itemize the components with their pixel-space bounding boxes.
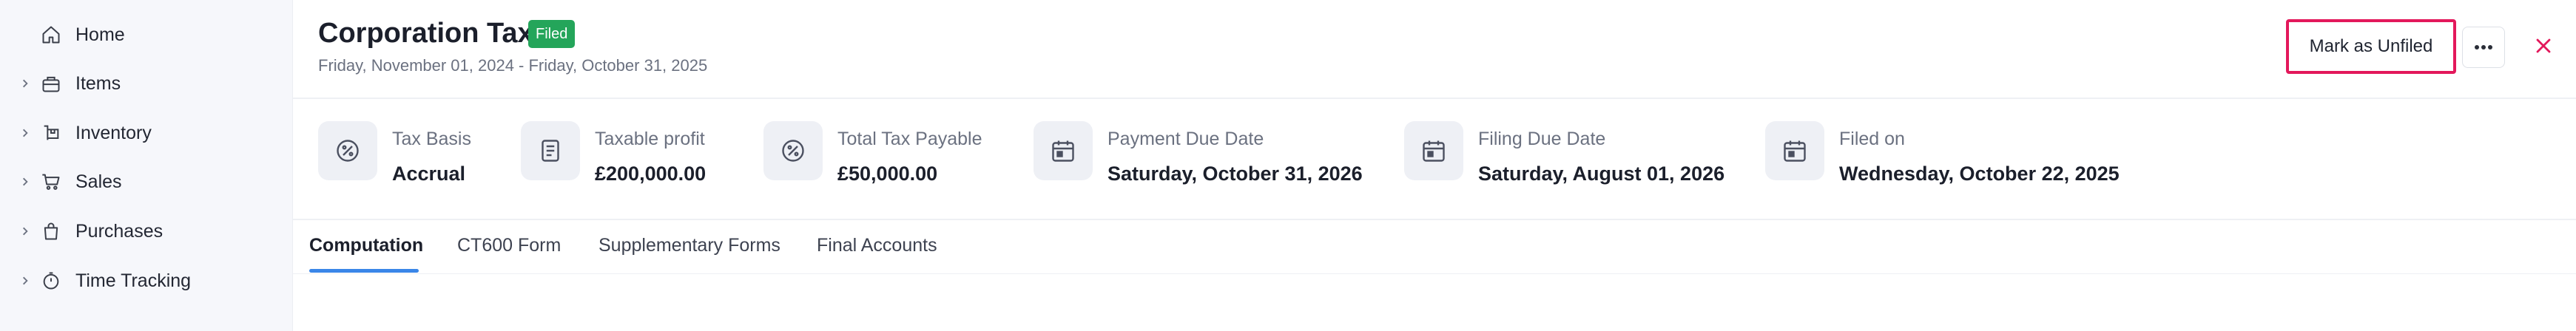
- stat-value: £50,000.00: [837, 163, 938, 185]
- mark-as-unfiled-button[interactable]: Mark as Unfiled: [2286, 19, 2456, 74]
- chevron-right-icon[interactable]: [18, 126, 33, 140]
- tab-ct600-form[interactable]: CT600 Form: [457, 235, 561, 256]
- chevron-right-icon[interactable]: [18, 273, 33, 288]
- inventory-icon: [38, 120, 64, 146]
- page-title: Corporation Tax: [318, 18, 533, 49]
- percent-icon: [318, 121, 377, 180]
- stat-label: Payment Due Date: [1107, 129, 1264, 149]
- stat-value: Saturday, October 31, 2026: [1107, 163, 1363, 185]
- cart-icon: [38, 169, 64, 194]
- items-icon: [38, 71, 64, 96]
- active-tab-indicator: [309, 269, 419, 273]
- sidebar-item-sales[interactable]: Sales: [0, 157, 293, 206]
- stat-label: Tax Basis: [392, 129, 471, 149]
- sidebar-item-purchases[interactable]: Purchases: [0, 207, 293, 256]
- stat-value: Wednesday, October 22, 2025: [1839, 163, 2120, 185]
- more-options-button[interactable]: [2462, 27, 2505, 68]
- stat-label: Filed on: [1839, 129, 1905, 149]
- sidebar-item-time-tracking[interactable]: Time Tracking: [0, 256, 293, 305]
- stat-label: Filing Due Date: [1478, 129, 1606, 149]
- tax-period: Friday, November 01, 2024 - Friday, Octo…: [318, 56, 708, 75]
- sidebar-item-label: Home: [75, 24, 125, 45]
- calendar-icon: [1034, 121, 1093, 180]
- chevron-right-icon[interactable]: [18, 76, 33, 91]
- stopwatch-icon: [38, 268, 64, 293]
- stat-label: Total Tax Payable: [837, 129, 982, 149]
- tabs-divider: [293, 273, 2576, 274]
- sidebar-item-home[interactable]: Home: [0, 10, 293, 59]
- stat-value: Saturday, August 01, 2026: [1478, 163, 1725, 185]
- calendar-icon: [1404, 121, 1463, 180]
- sidebar: Home Items Inventory Sales Purchases Tim…: [0, 0, 293, 331]
- tab-computation[interactable]: Computation: [309, 235, 423, 256]
- sidebar-item-label: Purchases: [75, 220, 163, 242]
- calendar-icon: [1765, 121, 1824, 180]
- home-icon: [38, 22, 64, 47]
- close-icon: [2535, 37, 2552, 58]
- stat-label: Taxable profit: [595, 129, 705, 149]
- sidebar-item-label: Sales: [75, 171, 122, 192]
- tab-final-accounts[interactable]: Final Accounts: [817, 235, 937, 256]
- chevron-right-icon[interactable]: [18, 174, 33, 189]
- tab-supplementary-forms[interactable]: Supplementary Forms: [599, 235, 780, 256]
- sidebar-item-inventory[interactable]: Inventory: [0, 109, 293, 157]
- stat-value: £200,000.00: [595, 163, 707, 185]
- stat-value: Accrual: [392, 163, 466, 185]
- bag-icon: [38, 219, 64, 244]
- document-icon: [521, 121, 580, 180]
- stats-divider: [293, 219, 2576, 220]
- sidebar-item-label: Items: [75, 72, 121, 94]
- more-horizontal-icon: [2474, 41, 2493, 54]
- header-divider: [293, 98, 2576, 99]
- close-button[interactable]: [2526, 30, 2561, 65]
- chevron-right-icon[interactable]: [18, 224, 33, 239]
- sidebar-item-label: Time Tracking: [75, 270, 192, 291]
- sidebar-item-items[interactable]: Items: [0, 59, 293, 108]
- percent-icon: [763, 121, 823, 180]
- status-badge: Filed: [528, 20, 576, 48]
- sidebar-item-label: Inventory: [75, 122, 152, 143]
